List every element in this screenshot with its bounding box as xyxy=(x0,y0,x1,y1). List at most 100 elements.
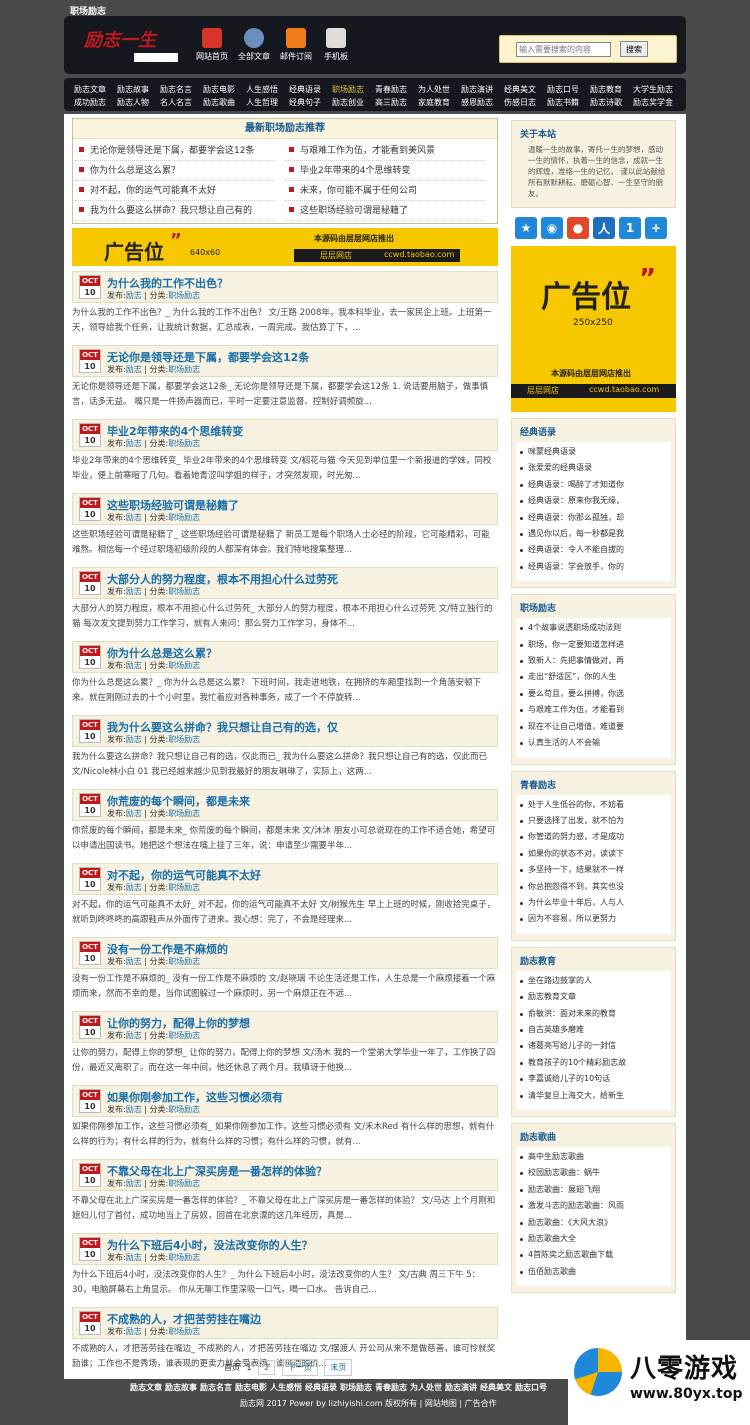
post-author-link[interactable]: 励志 xyxy=(126,735,142,744)
post-title-link[interactable]: 这些职场经验可谓是秘籍了 xyxy=(107,497,239,513)
post-title-link[interactable]: 我为什么要这么拼命？我只想让自己有的选，仅 xyxy=(107,719,338,735)
side-list-item[interactable]: 经典语录：喝醉了才知道你 xyxy=(516,477,671,493)
side-list-item[interactable]: 励志歌曲大全 xyxy=(516,1231,671,1247)
side-list-item[interactable]: 4首陈奕之励志歌曲下载 xyxy=(516,1247,671,1263)
post-category-link[interactable]: 职场励志 xyxy=(168,1253,200,1262)
footer-link[interactable]: 经典美文 xyxy=(480,1383,512,1392)
side-list-item[interactable]: 咪蒙经典语录 xyxy=(516,444,671,460)
nav-item[interactable]: 励志文章 xyxy=(74,84,117,95)
post-author-link[interactable]: 励志 xyxy=(126,883,142,892)
side-list-item[interactable]: 经典语录：令人不能自拔的 xyxy=(516,542,671,558)
nav-item[interactable]: 经典语录 xyxy=(289,84,332,95)
side-list-item[interactable]: 你总抱怨得不到，其实也没 xyxy=(516,879,671,895)
side-list-item[interactable]: 自古英雄多磨难 xyxy=(516,1022,671,1038)
footer-link[interactable]: 人生感悟 xyxy=(270,1383,302,1392)
weibo-icon[interactable]: ● xyxy=(567,217,589,239)
site-logo[interactable]: 励志一生 xyxy=(84,26,156,52)
nav-item[interactable]: 高三励志 xyxy=(375,97,418,108)
nav-item[interactable]: 励志名言 xyxy=(160,84,203,95)
side-list-item[interactable]: 与艰难工作为伍，才能看到 xyxy=(516,702,671,718)
pager-last[interactable]: 末页 xyxy=(324,1359,353,1376)
side-list-item[interactable]: 校园励志歌曲：蜗牛 xyxy=(516,1165,671,1181)
nav-item[interactable]: 励志诗歌 xyxy=(590,97,633,108)
nav-item[interactable]: 家庭教育 xyxy=(418,97,461,108)
side-list-item[interactable]: 高中生励志歌曲 xyxy=(516,1149,671,1165)
side-section-title[interactable]: 励志教育 xyxy=(512,948,675,971)
post-author-link[interactable]: 励志 xyxy=(126,1179,142,1188)
post-category-link[interactable]: 职场励志 xyxy=(168,661,200,670)
footer-link[interactable]: 为人处世 xyxy=(410,1383,442,1392)
header-nav-2[interactable]: 全部文章 xyxy=(232,28,276,62)
side-section-title[interactable]: 经典语录 xyxy=(512,419,675,442)
footer-link[interactable]: 励志名言 xyxy=(200,1383,232,1392)
post-category-link[interactable]: 职场励志 xyxy=(168,957,200,966)
footer-link[interactable]: 励志文章 xyxy=(130,1383,162,1392)
post-author-link[interactable]: 励志 xyxy=(126,1253,142,1262)
side-list-item[interactable]: 职场，你一定要知道怎样进 xyxy=(516,637,671,653)
pager-next[interactable]: 下一页 xyxy=(281,1359,318,1376)
post-author-link[interactable]: 励志 xyxy=(126,587,142,596)
side-list-item[interactable]: 你管道的努力感，才是成功 xyxy=(516,829,671,845)
recommend-item[interactable]: 与艰难工作为伍，才能看到美风景 xyxy=(285,141,485,161)
post-author-link[interactable]: 励志 xyxy=(126,513,142,522)
side-list-item[interactable]: 励志教育文章 xyxy=(516,989,671,1005)
nav-item[interactable]: 励志创业 xyxy=(332,97,375,108)
post-category-link[interactable]: 职场励志 xyxy=(168,883,200,892)
post-category-link[interactable]: 职场励志 xyxy=(168,587,200,596)
pager-first[interactable]: 首页 xyxy=(224,1362,240,1373)
kaixin-icon[interactable]: 1 xyxy=(619,217,641,239)
post-category-link[interactable]: 职场励志 xyxy=(168,735,200,744)
nav-item[interactable]: 励志演讲 xyxy=(461,84,504,95)
recommend-item[interactable]: 这些职场经验可谓是秘籍了 xyxy=(285,201,485,221)
nav-item[interactable]: 成功励志 xyxy=(74,97,117,108)
post-author-link[interactable]: 励志 xyxy=(126,661,142,670)
header-nav-1[interactable]: 网站首页 xyxy=(190,28,234,62)
side-section-title[interactable]: 职场励志 xyxy=(512,595,675,618)
side-list-item[interactable]: 教育孩子的10个精彩励志故 xyxy=(516,1055,671,1071)
side-list-item[interactable]: 清华复旦上海交大，给新生 xyxy=(516,1088,671,1104)
footer-link[interactable]: 经典语录 xyxy=(305,1383,337,1392)
pager-page-2[interactable]: 2 xyxy=(258,1360,276,1375)
footer-link[interactable]: 励志故事 xyxy=(165,1383,197,1392)
post-title-link[interactable]: 不靠父母在北上广深买房是一番怎样的体验？ xyxy=(107,1163,327,1179)
post-category-link[interactable]: 职场励志 xyxy=(168,1327,200,1336)
nav-item[interactable]: 人生感悟 xyxy=(246,84,289,95)
nav-item[interactable]: 为人处世 xyxy=(418,84,461,95)
post-author-link[interactable]: 励志 xyxy=(126,1105,142,1114)
nav-item[interactable]: 励志书籍 xyxy=(547,97,590,108)
post-title-link[interactable]: 没有一份工作是不麻烦的 xyxy=(107,941,228,957)
nav-item[interactable]: 励志电影 xyxy=(203,84,246,95)
post-category-link[interactable]: 职场励志 xyxy=(168,809,200,818)
favorite-star-icon[interactable]: ★ xyxy=(515,217,537,239)
qzone-icon[interactable]: ◉ xyxy=(541,217,563,239)
side-list-item[interactable]: 俞敏洪：面对未来的教育 xyxy=(516,1006,671,1022)
search-input[interactable] xyxy=(516,42,611,57)
nav-item[interactable]: 经典句子 xyxy=(289,97,332,108)
side-list-item[interactable]: 认真生活的人不会输 xyxy=(516,735,671,751)
post-category-link[interactable]: 职场励志 xyxy=(168,439,200,448)
post-title-link[interactable]: 为什么下班后4小时，没法改变你的人生？ xyxy=(107,1237,313,1253)
side-list-item[interactable]: 要么苟且，要么拼搏，你选 xyxy=(516,686,671,702)
post-title-link[interactable]: 不成熟的人，才把苦劳挂在嘴边 xyxy=(107,1311,261,1327)
post-category-link[interactable]: 职场励志 xyxy=(168,1105,200,1114)
post-title-link[interactable]: 为什么我的工作不出色？ xyxy=(107,275,228,291)
side-list-item[interactable]: 励志歌曲：《大风大浪》 xyxy=(516,1215,671,1231)
post-category-link[interactable]: 职场励志 xyxy=(168,1031,200,1040)
post-category-link[interactable]: 职场励志 xyxy=(168,365,200,374)
post-author-link[interactable]: 励志 xyxy=(126,809,142,818)
side-list-item[interactable]: 经典语录：原来你我无缘， xyxy=(516,493,671,509)
post-title-link[interactable]: 你荒废的每个瞬间，都是未来 xyxy=(107,793,250,809)
nav-item[interactable]: 励志口号 xyxy=(547,84,590,95)
nav-item[interactable]: 伤感日志 xyxy=(504,97,547,108)
footer-link[interactable]: 励志演讲 xyxy=(445,1383,477,1392)
side-list-item[interactable]: 经典语录：你那么孤独，却 xyxy=(516,510,671,526)
side-list-item[interactable]: 诸葛亮写给儿子的一封信 xyxy=(516,1038,671,1054)
nav-item[interactable]: 励志奖学金 xyxy=(633,97,676,108)
post-author-link[interactable]: 励志 xyxy=(126,1031,142,1040)
side-list-item[interactable]: 只要选择了出发，就不怕为 xyxy=(516,813,671,829)
footer-link[interactable]: 励志电影 xyxy=(235,1383,267,1392)
recommend-item[interactable]: 我为什么要这么拼命？我只想让自己有的 xyxy=(75,201,275,221)
side-list-item[interactable]: 4个故事说透职场成功法则 xyxy=(516,620,671,636)
nav-item[interactable]: 职场励志 xyxy=(332,84,375,95)
ad-banner[interactable]: 广告位 ” 640x60 本源码由层层网店推出 层层网店 ccwd.taobao.… xyxy=(72,228,498,266)
